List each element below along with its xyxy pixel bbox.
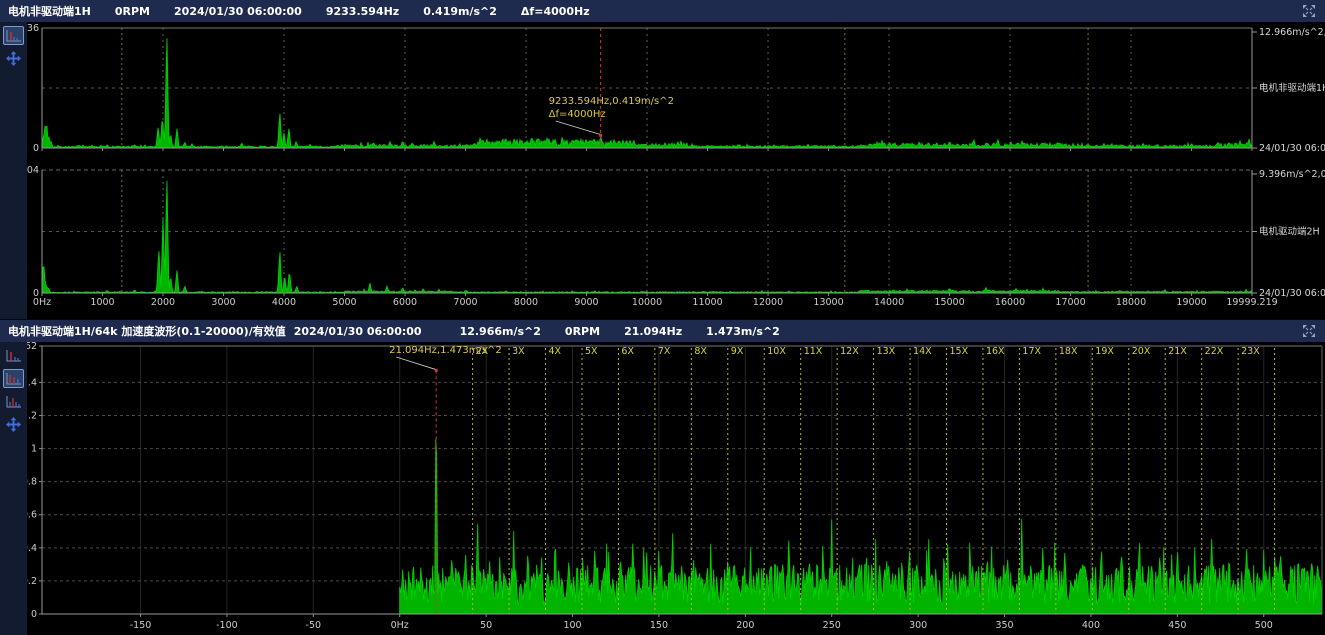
harmonic-cursor-icon [5, 372, 22, 386]
spectrum-toolbar [0, 22, 27, 319]
single-cursor-icon [5, 29, 22, 43]
single-cursor-tool-button[interactable] [3, 346, 24, 365]
sideband-cursor-tool-button[interactable] [3, 392, 24, 411]
expand-button[interactable] [1301, 3, 1317, 19]
spectrum-plot-area [0, 22, 1325, 319]
pan-tool-button[interactable] [3, 415, 24, 434]
cursor-amplitude-field: 1.473m/s^2 [706, 325, 780, 338]
waveform-plot-area [0, 342, 1325, 635]
expand-icon [1302, 324, 1316, 338]
expand-button[interactable] [1301, 323, 1317, 339]
datetime-field: 2024/01/30 06:00:00 [294, 325, 422, 338]
rms-field: 12.966m/s^2 [460, 325, 541, 338]
single-cursor-tool-button[interactable] [3, 26, 24, 45]
delta-f-field: Δf=4000Hz [521, 5, 590, 18]
waveform-toolbar [0, 342, 27, 635]
cursor-frequency-field: 9233.594Hz [326, 5, 399, 18]
cursor-frequency-field: 21.094Hz [624, 325, 682, 338]
spectrum-panel-header: 电机非驱动端1H 0RPM 2024/01/30 06:00:00 9233.5… [0, 0, 1325, 22]
pan-tool-button[interactable] [3, 49, 24, 68]
rpm-field: 0RPM [565, 325, 600, 338]
waveform-panel: 电机非驱动端1H/64k 加速度波形(0.1-20000)/有效值 2024/0… [0, 320, 1325, 635]
single-cursor-icon [5, 349, 22, 363]
panel-title: 电机非驱动端1H [8, 3, 91, 19]
datetime-field: 2024/01/30 06:00:00 [174, 5, 302, 18]
harmonic-cursor-tool-button[interactable] [3, 369, 24, 388]
cursor-amplitude-field: 0.419m/s^2 [423, 5, 497, 18]
vibration-analysis-app: 电机非驱动端1H 0RPM 2024/01/30 06:00:00 9233.5… [0, 0, 1325, 635]
sideband-cursor-icon [5, 395, 22, 409]
rpm-field: 0RPM [115, 5, 150, 18]
pan-icon [5, 416, 22, 433]
panel-title: 电机非驱动端1H/64k 加速度波形(0.1-20000)/有效值 [8, 323, 286, 339]
spectrum-panel: 电机非驱动端1H 0RPM 2024/01/30 06:00:00 9233.5… [0, 0, 1325, 319]
waveform-panel-header: 电机非驱动端1H/64k 加速度波形(0.1-20000)/有效值 2024/0… [0, 320, 1325, 342]
pan-icon [5, 50, 22, 67]
expand-icon [1302, 4, 1316, 18]
